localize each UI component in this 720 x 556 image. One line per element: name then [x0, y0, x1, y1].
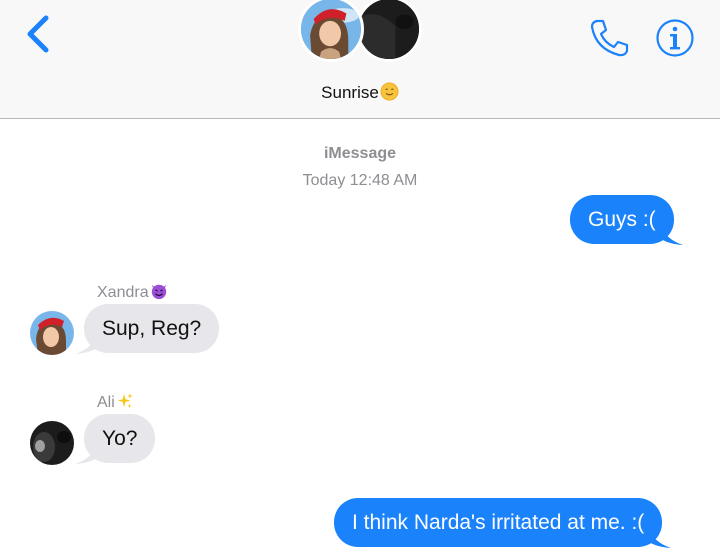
group-avatars[interactable] — [298, 0, 428, 70]
info-icon — [656, 19, 694, 57]
chevron-left-icon — [27, 15, 49, 53]
sent-message[interactable]: Guys :( — [570, 195, 683, 245]
conversation-header: Sunrise — [0, 0, 720, 119]
back-button[interactable] — [22, 14, 54, 54]
message-text: I think Narda's irritated at me. :( — [352, 511, 645, 534]
details-button[interactable] — [655, 18, 695, 58]
avatar-ali — [356, 0, 422, 62]
received-message[interactable]: Yo? — [75, 414, 156, 464]
bubble-tail — [75, 444, 97, 464]
group-name[interactable]: Sunrise — [0, 82, 720, 103]
received-message[interactable]: Sup, Reg? — [75, 304, 220, 354]
sender-label: Ali — [97, 394, 115, 411]
phone-icon — [590, 19, 629, 57]
avatar-xandra-small[interactable] — [30, 311, 74, 355]
sender-name: Ali — [97, 392, 134, 412]
sparkles-emoji — [117, 393, 133, 409]
smiling-devil-emoji — [151, 284, 166, 300]
message-text: Yo? — [102, 427, 138, 450]
sent-message[interactable]: I think Narda's irritated at me. :( — [334, 498, 672, 548]
bubble-tail — [649, 528, 672, 548]
group-name-label: Sunrise — [321, 83, 379, 102]
smiling-sun-emoji — [380, 82, 399, 101]
call-button[interactable] — [588, 17, 630, 59]
thread-timestamp: Today 12:48 AM — [302, 172, 418, 189]
avatar-ali-small[interactable] — [30, 421, 74, 465]
service-label: iMessage — [323, 145, 397, 162]
bubble-tail — [75, 334, 97, 354]
message-text: Sup, Reg? — [102, 317, 202, 340]
sender-name: Xandra — [97, 282, 168, 302]
bubble-tail — [660, 225, 683, 245]
avatar-xandra — [298, 0, 364, 62]
sender-label: Xandra — [97, 284, 149, 301]
message-text: Guys :( — [588, 208, 656, 231]
